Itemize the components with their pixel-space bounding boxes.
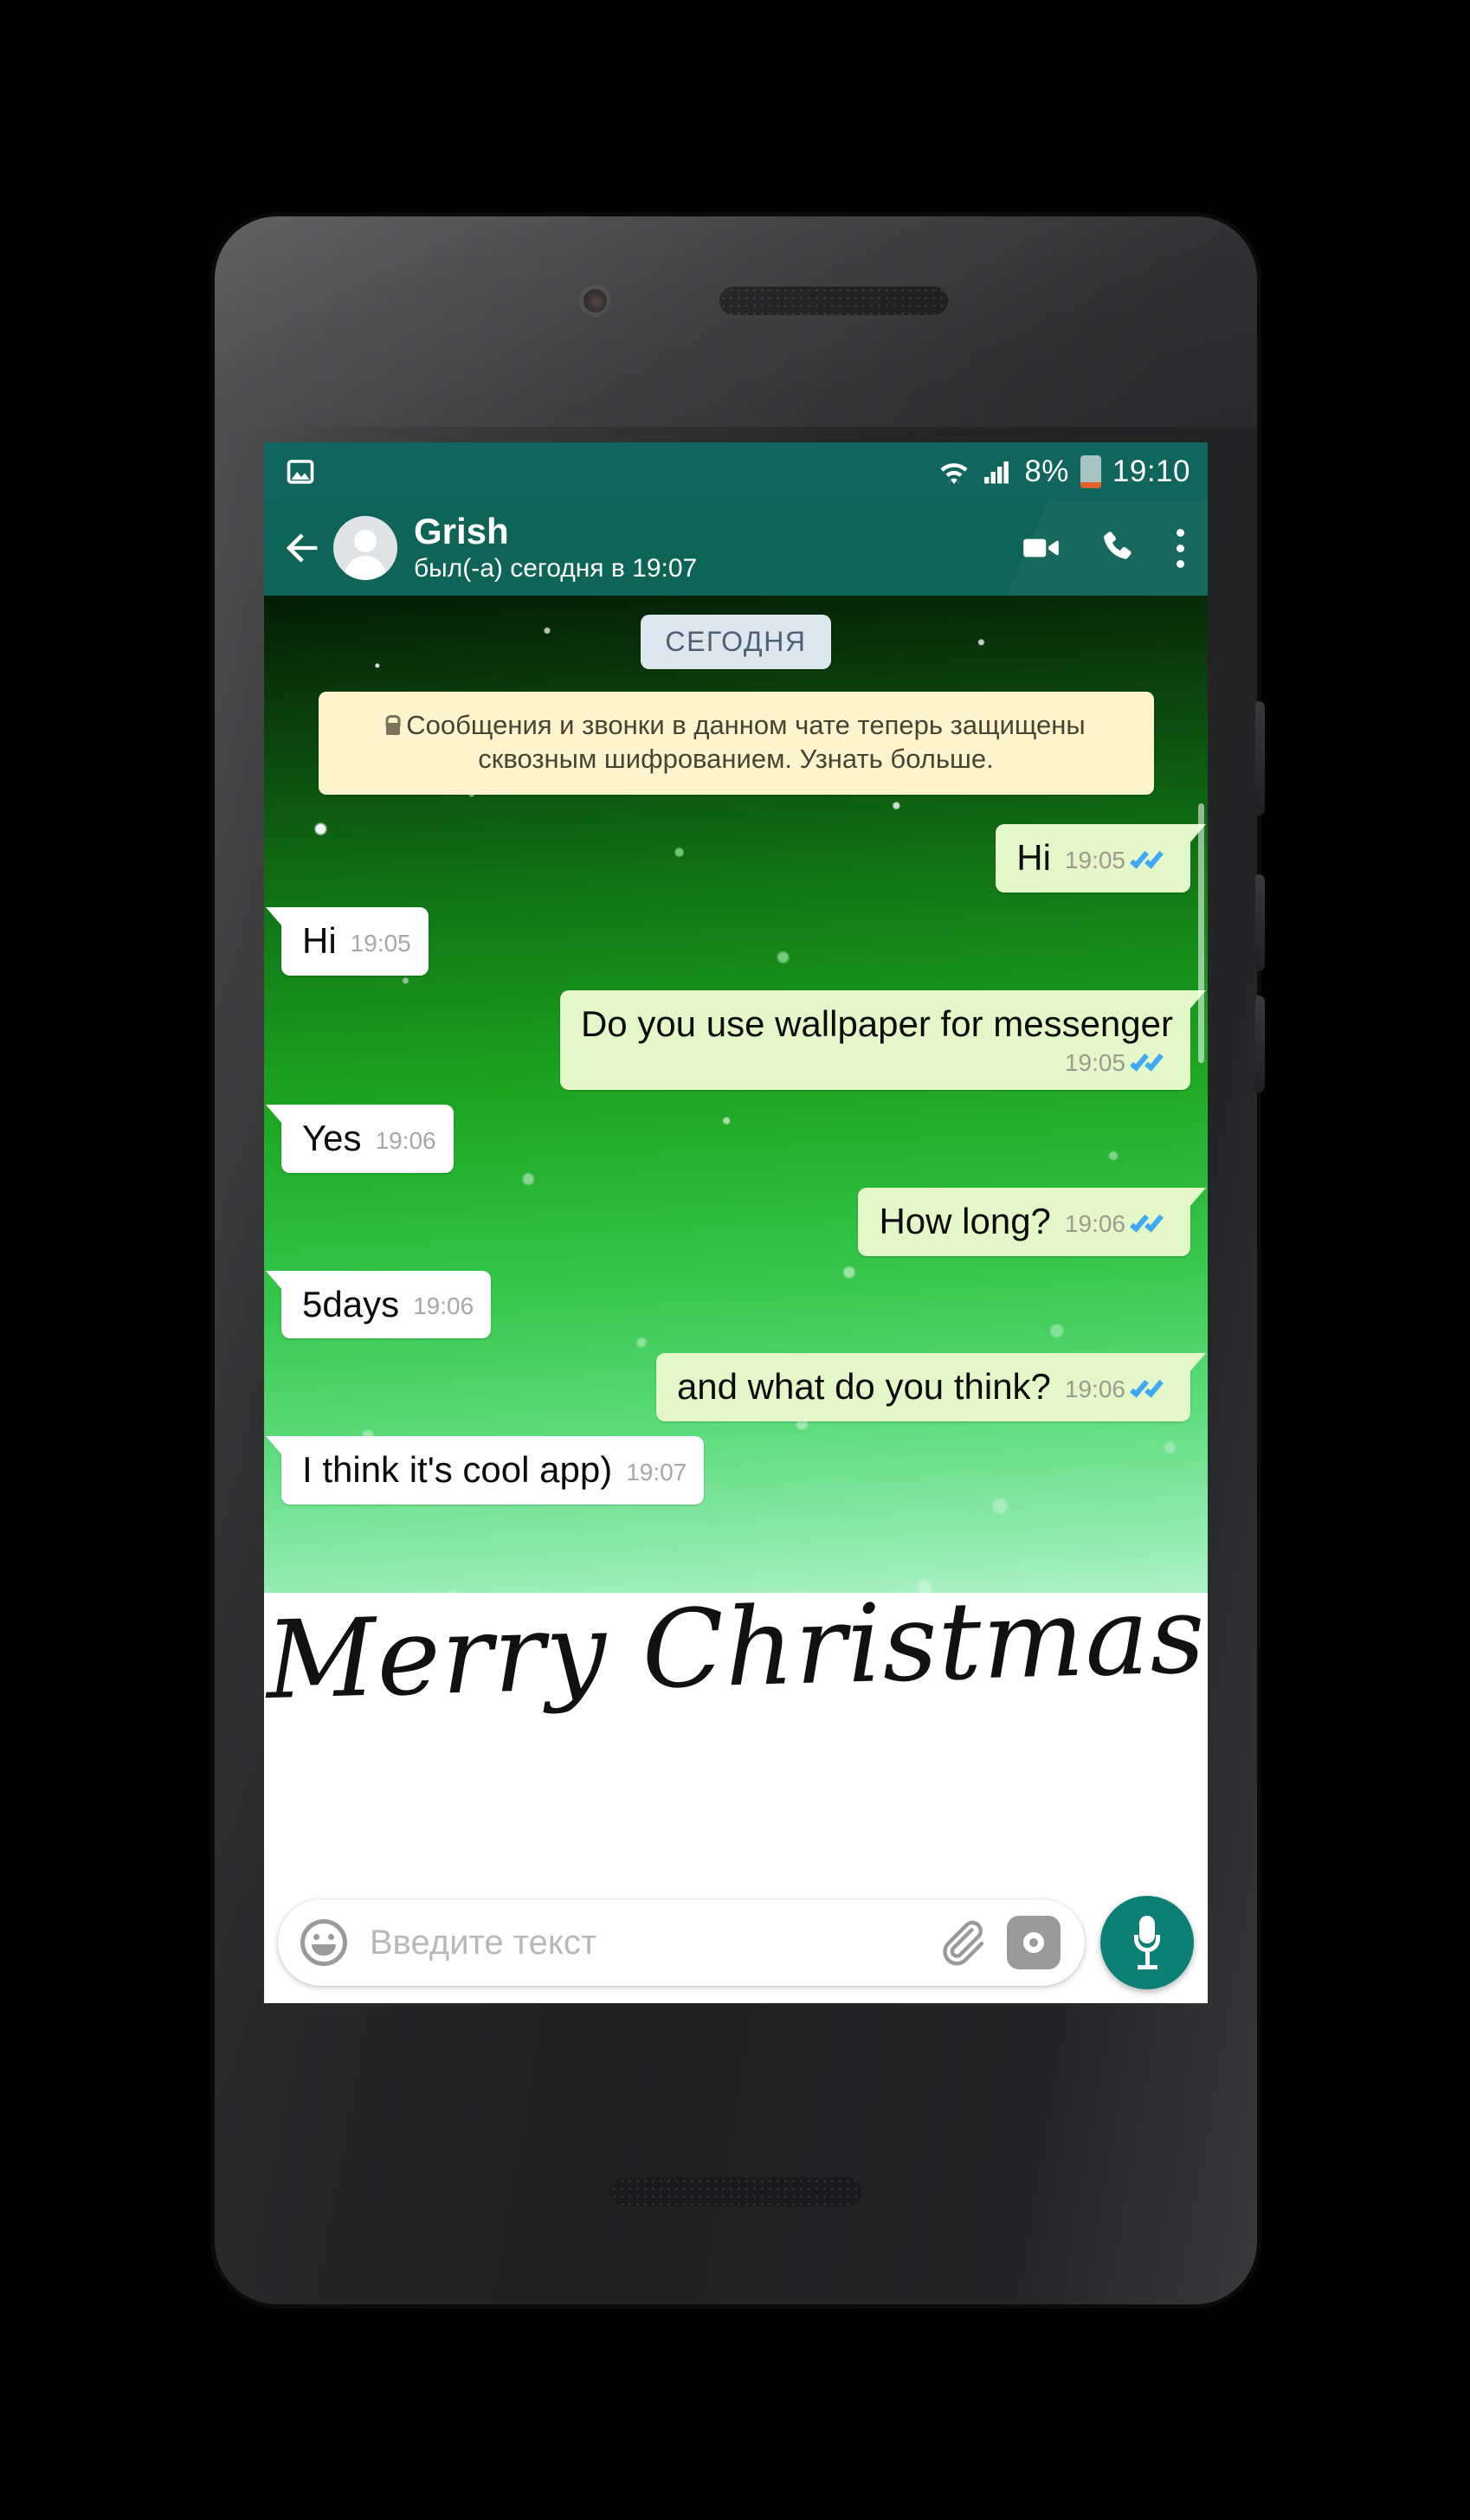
read-receipt-icon	[1130, 1051, 1173, 1074]
message-bubble-incoming[interactable]: 5days 19:06	[265, 1270, 492, 1339]
message-text: Hi	[302, 919, 337, 961]
encryption-notice-text: Сообщения и звонки в данном чате теперь …	[406, 710, 1086, 775]
merry-christmas-text: Merry Christmas	[264, 1593, 1208, 1724]
emoji-smiley-icon[interactable]	[300, 1919, 347, 1966]
power-button[interactable]	[1255, 701, 1265, 815]
lock-icon	[386, 723, 401, 735]
contact-name: Grish	[414, 510, 509, 551]
message-row: and what do you think? 19:06	[264, 1353, 1208, 1422]
message-row: I think it's cool app) 19:07	[264, 1436, 1208, 1505]
encryption-notice[interactable]: Сообщения и звонки в данном чате теперь …	[318, 692, 1154, 796]
status-bar-clock: 19:10	[1112, 454, 1190, 488]
message-bubble-incoming[interactable]: Hi 19:05	[266, 906, 429, 976]
message-text: 5days	[302, 1283, 400, 1324]
message-text: Do you use wallpaper for messenger	[580, 1002, 1173, 1044]
date-divider-chip: СЕГОДНЯ	[641, 615, 831, 669]
message-time: 19:07	[626, 1458, 687, 1486]
encryption-notice-row: Сообщения и звонки в данном чате теперь …	[264, 692, 1208, 796]
volume-up-button[interactable]	[1255, 874, 1265, 971]
read-receipt-icon	[1130, 848, 1173, 872]
avatar-body-shape	[345, 556, 386, 580]
phone-screen: 8% 19:10 Grish был(-а) сегодня в 19:07 С…	[264, 442, 1208, 2003]
back-arrow-icon[interactable]	[280, 525, 325, 570]
microphone-icon	[1132, 1916, 1162, 1969]
bottom-speaker-grille	[610, 2177, 861, 2207]
contact-info[interactable]: Grish был(-а) сегодня в 19:07	[414, 512, 697, 583]
message-input-placeholder[interactable]: Введите текст	[370, 1924, 934, 1963]
message-row: Yes 19:06	[264, 1105, 1208, 1173]
message-meta: 19:06	[1065, 1210, 1173, 1243]
message-input-bar: Введите текст	[264, 1882, 1208, 2003]
overflow-menu-icon[interactable]	[1175, 526, 1185, 570]
chat-app-bar: Grish был(-а) сегодня в 19:07	[264, 500, 1208, 596]
volume-down-button[interactable]	[1255, 996, 1265, 1092]
message-time: 19:06	[413, 1292, 474, 1320]
message-text: Hi	[1016, 837, 1051, 879]
earpiece-speaker	[719, 287, 948, 315]
message-bubble-outgoing[interactable]: How long? 19:06	[858, 1187, 1206, 1256]
paperclip-icon[interactable]	[934, 1916, 988, 1969]
phone-top-bezel	[215, 216, 1257, 427]
image-icon	[287, 459, 314, 484]
chat-scrollbar[interactable]	[1198, 803, 1204, 1063]
chat-message-area: СЕГОДНЯ Сообщения и звонки в данном чате…	[264, 596, 1208, 1763]
message-bubble-outgoing[interactable]: Hi 19:05	[996, 824, 1206, 893]
message-input-container[interactable]: Введите текст	[278, 1899, 1085, 1986]
message-text: I think it's cool app)	[302, 1449, 613, 1491]
message-text: and what do you think?	[676, 1366, 1051, 1408]
message-row: How long? 19:06	[264, 1187, 1208, 1256]
status-bar: 8% 19:10	[264, 442, 1208, 500]
message-row: Hi 19:05	[264, 906, 1208, 976]
front-camera-icon	[583, 289, 607, 313]
video-call-icon[interactable]	[1019, 526, 1062, 570]
status-bar-left	[285, 456, 316, 487]
message-time: 19:05	[350, 929, 411, 957]
message-meta: 19:06	[1065, 1376, 1173, 1408]
status-bar-right: 8% 19:10	[938, 454, 1190, 488]
message-meta: 19:06	[413, 1292, 474, 1325]
contact-avatar[interactable]	[333, 516, 397, 580]
message-meta: 19:07	[626, 1459, 687, 1492]
message-meta: 19:05	[1065, 1049, 1173, 1077]
message-time: 19:06	[1064, 1376, 1125, 1403]
camera-icon[interactable]	[1007, 1916, 1061, 1969]
phone-call-icon[interactable]	[1097, 526, 1140, 570]
message-time: 19:05	[1064, 1049, 1125, 1077]
message-meta: 19:06	[376, 1127, 436, 1160]
phone-device: 8% 19:10 Grish был(-а) сегодня в 19:07 С…	[215, 216, 1265, 2304]
battery-icon	[1080, 454, 1101, 488]
app-bar-actions	[1019, 526, 1189, 570]
message-bubble-incoming[interactable]: Yes 19:06	[266, 1105, 454, 1173]
message-bubble-outgoing[interactable]: Do you use wallpaper for messenger 19:05	[559, 989, 1207, 1091]
message-time: 19:06	[1064, 1209, 1125, 1237]
message-bubble-incoming[interactable]: I think it's cool app) 19:07	[265, 1436, 705, 1505]
message-time: 19:05	[1064, 846, 1125, 873]
voice-record-button[interactable]	[1100, 1896, 1194, 1989]
message-time: 19:06	[375, 1126, 436, 1154]
read-receipt-icon	[1130, 1212, 1173, 1235]
message-row: Hi 19:05	[264, 824, 1208, 893]
message-row: Do you use wallpaper for messenger 19:05	[264, 989, 1208, 1091]
message-text: How long?	[879, 1200, 1051, 1241]
message-meta: 19:05	[351, 930, 411, 963]
battery-fill-level	[1080, 481, 1101, 488]
wallpaper-greeting-area: Merry Christmas	[264, 1593, 1208, 1763]
battery-percent-label: 8%	[1024, 454, 1069, 488]
wifi-icon	[940, 462, 968, 484]
message-bubble-outgoing[interactable]: and what do you think? 19:06	[655, 1353, 1207, 1422]
date-divider-row: СЕГОДНЯ	[264, 596, 1208, 669]
read-receipt-icon	[1130, 1377, 1173, 1401]
avatar-head-shape	[354, 530, 377, 552]
cellular-signal-icon	[984, 461, 1009, 483]
message-text: Yes	[302, 1118, 362, 1159]
contact-last-seen: был(-а) сегодня в 19:07	[414, 553, 698, 583]
message-meta: 19:05	[1065, 847, 1173, 880]
message-row: 5days 19:06	[264, 1270, 1208, 1339]
